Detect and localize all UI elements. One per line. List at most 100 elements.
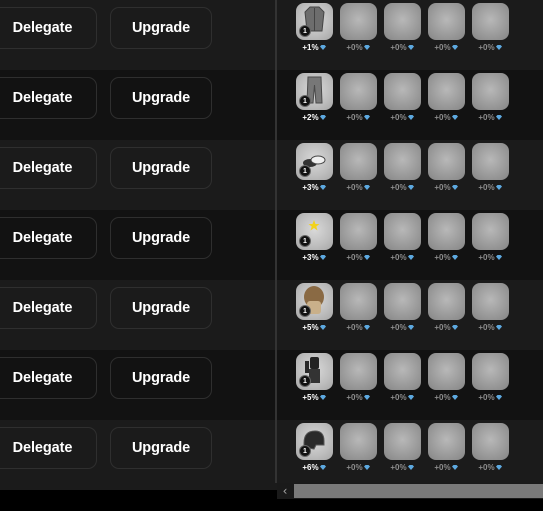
- upgrade-button[interactable]: Upgrade: [110, 7, 212, 49]
- item-slot[interactable]: 1: [296, 213, 333, 250]
- bonus-value: +0%: [390, 183, 407, 192]
- empty-slot[interactable]: [384, 73, 421, 110]
- empty-slot[interactable]: [472, 283, 509, 320]
- gem-icon: [451, 45, 458, 50]
- delegate-button[interactable]: Delegate: [0, 427, 97, 469]
- empty-slot[interactable]: [340, 143, 377, 180]
- gem-icon: [363, 45, 370, 50]
- empty-slot[interactable]: [472, 353, 509, 390]
- item-slot[interactable]: 1: [296, 353, 333, 390]
- list-row: Delegate Upgrade 1 +1% +0% +0% +0% +0%: [0, 0, 543, 70]
- bonus-label: +5%: [294, 393, 334, 402]
- scrollbar-thumb[interactable]: [294, 484, 543, 498]
- bonus-value: +3%: [302, 183, 319, 192]
- upgrade-button[interactable]: Upgrade: [110, 287, 212, 329]
- delegate-button[interactable]: Delegate: [0, 357, 97, 399]
- empty-slot[interactable]: [472, 213, 509, 250]
- item-slot[interactable]: 1: [296, 143, 333, 180]
- bonus-value: +0%: [434, 463, 451, 472]
- gem-icon: [495, 45, 502, 50]
- empty-slot[interactable]: [340, 353, 377, 390]
- level-badge: 1: [299, 375, 311, 387]
- empty-slot[interactable]: [428, 213, 465, 250]
- item-slot[interactable]: 1: [296, 3, 333, 40]
- item-slot[interactable]: 1: [296, 283, 333, 320]
- bonus-label: +0%: [338, 183, 378, 192]
- item-slot[interactable]: 1: [296, 73, 333, 110]
- empty-slot[interactable]: [472, 423, 509, 460]
- gem-icon: [319, 395, 326, 400]
- gem-icon: [495, 465, 502, 470]
- horizontal-scrollbar[interactable]: ‹: [277, 483, 543, 499]
- delegate-button[interactable]: Delegate: [0, 287, 97, 329]
- empty-slot[interactable]: [384, 3, 421, 40]
- upgrade-button[interactable]: Upgrade: [110, 77, 212, 119]
- gem-icon: [363, 395, 370, 400]
- gem-icon: [451, 395, 458, 400]
- gem-icon: [451, 185, 458, 190]
- gem-icon: [407, 465, 414, 470]
- empty-slot[interactable]: [384, 283, 421, 320]
- bonus-value: +0%: [478, 323, 495, 332]
- empty-slot[interactable]: [384, 213, 421, 250]
- bonus-value: +3%: [302, 253, 319, 262]
- bonus-value: +6%: [302, 463, 319, 472]
- bonus-value: +0%: [478, 253, 495, 262]
- bonus-label: +0%: [338, 113, 378, 122]
- bonus-label: +0%: [426, 43, 466, 52]
- bonus-value: +0%: [390, 393, 407, 402]
- empty-slot[interactable]: [340, 3, 377, 40]
- delegate-button[interactable]: Delegate: [0, 217, 97, 259]
- gem-icon: [495, 395, 502, 400]
- bonus-value: +0%: [434, 253, 451, 262]
- chevron-left-icon[interactable]: ‹: [277, 483, 293, 499]
- gem-icon: [407, 185, 414, 190]
- delegate-button[interactable]: Delegate: [0, 77, 97, 119]
- level-badge: 1: [299, 165, 311, 177]
- empty-slot[interactable]: [428, 73, 465, 110]
- empty-slot[interactable]: [340, 283, 377, 320]
- delegate-button[interactable]: Delegate: [0, 7, 97, 49]
- bonus-value: +0%: [346, 463, 363, 472]
- empty-slot[interactable]: [340, 423, 377, 460]
- bonus-label: +0%: [426, 113, 466, 122]
- gem-icon: [451, 465, 458, 470]
- bonus-value: +0%: [390, 463, 407, 472]
- gem-icon: [319, 465, 326, 470]
- bonus-value: +0%: [478, 113, 495, 122]
- bonus-label: +0%: [382, 43, 422, 52]
- bonus-label: +0%: [338, 43, 378, 52]
- gem-icon: [407, 115, 414, 120]
- bonus-label: +0%: [426, 393, 466, 402]
- bonus-label: +0%: [382, 323, 422, 332]
- item-slot[interactable]: 1: [296, 423, 333, 460]
- empty-slot[interactable]: [428, 143, 465, 180]
- upgrade-button[interactable]: Upgrade: [110, 147, 212, 189]
- empty-slot[interactable]: [428, 3, 465, 40]
- empty-slot[interactable]: [428, 423, 465, 460]
- empty-slot[interactable]: [340, 73, 377, 110]
- empty-slot[interactable]: [472, 73, 509, 110]
- empty-slot[interactable]: [384, 353, 421, 390]
- upgrade-button[interactable]: Upgrade: [110, 427, 212, 469]
- delegate-button[interactable]: Delegate: [0, 147, 97, 189]
- level-badge: 1: [299, 95, 311, 107]
- gem-icon: [495, 115, 502, 120]
- bonus-label: +0%: [470, 463, 510, 472]
- bonus-value: +0%: [390, 43, 407, 52]
- upgrade-button[interactable]: Upgrade: [110, 357, 212, 399]
- empty-slot[interactable]: [472, 3, 509, 40]
- bonus-value: +0%: [434, 393, 451, 402]
- gem-icon: [319, 45, 326, 50]
- empty-slot[interactable]: [472, 143, 509, 180]
- upgrade-button[interactable]: Upgrade: [110, 217, 212, 259]
- bonus-label: +0%: [470, 253, 510, 262]
- bonus-value: +0%: [478, 183, 495, 192]
- empty-slot[interactable]: [384, 143, 421, 180]
- empty-slot[interactable]: [428, 353, 465, 390]
- empty-slot[interactable]: [428, 283, 465, 320]
- bonus-value: +0%: [478, 393, 495, 402]
- empty-slot[interactable]: [384, 423, 421, 460]
- empty-slot[interactable]: [340, 213, 377, 250]
- bonus-label: +6%: [294, 463, 334, 472]
